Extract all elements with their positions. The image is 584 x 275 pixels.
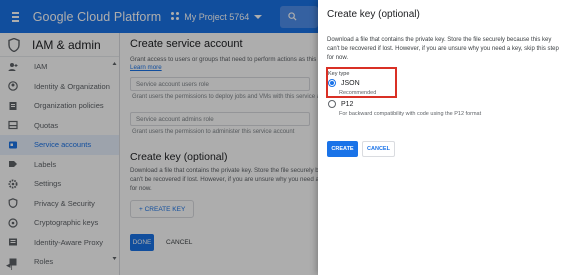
p12-radio-option[interactable]: P12 <box>328 100 353 108</box>
sidebar-item-roles[interactable]: Roles <box>0 252 119 272</box>
done-button[interactable]: DONE <box>130 234 154 251</box>
search-icon <box>288 12 297 21</box>
create-key-desc-line1: Download a file that contains the privat… <box>130 167 329 174</box>
panel-desc-line3: for now. <box>327 55 349 61</box>
create-key-desc-line2: can't be recovered if lost. However, if … <box>130 176 337 183</box>
sidebar-item-label: Identity & Organization <box>34 81 110 91</box>
p12-label: P12 <box>341 100 354 108</box>
create-key-desc-line3: for now. <box>130 185 152 192</box>
key-icon <box>8 218 18 228</box>
service-account-admins-role-input[interactable]: Service account admins role <box>130 112 310 126</box>
service-accounts-icon <box>8 140 18 150</box>
sidebar-header: IAM & admin <box>0 33 119 57</box>
sidebar-item-label: Quotas <box>34 120 59 130</box>
sidebar-item-cryptographic-keys[interactable]: Cryptographic keys <box>0 213 119 233</box>
create-key-panel: Create key (optional) Download a file th… <box>318 0 584 275</box>
users-role-hint: Grant users the permissions to deploy jo… <box>132 94 338 100</box>
sidebar-item-label: Settings <box>34 179 62 189</box>
menu-icon[interactable] <box>12 11 19 22</box>
create-key-button[interactable]: + CREATE KEY <box>130 200 195 218</box>
panel-title: Create key (optional) <box>327 9 420 20</box>
sidebar-item-label: Service accounts <box>34 140 92 150</box>
sidebar-item-label: Identity-Aware Proxy <box>34 237 104 247</box>
sidebar-item-service-accounts[interactable]: Service accounts <box>0 135 119 155</box>
sidebar-item-privacy-security[interactable]: Privacy & Security <box>0 194 119 214</box>
p12-description: For backward compatibility with code usi… <box>339 111 482 117</box>
chevron-down-icon <box>254 14 263 19</box>
create-key-heading: Create key (optional) <box>130 151 228 163</box>
sidebar: IAM & admin IAM Identity & Organization Or… <box>0 33 120 275</box>
shield-icon <box>8 198 18 209</box>
project-selector[interactable]: My Project 5764 <box>171 11 263 22</box>
sidebar-title: IAM & admin <box>32 37 101 52</box>
service-account-users-role-input[interactable]: Service account users role <box>130 77 310 91</box>
sidebar-item-identity-aware-proxy[interactable]: Identity-Aware Proxy <box>0 233 119 253</box>
person-add-icon <box>8 62 18 72</box>
settings-icon <box>8 179 18 189</box>
sidebar-item-label: IAM <box>34 62 48 72</box>
sidebar-item-label: Organization policies <box>34 101 104 111</box>
intro-text: Grant access to users or groups that nee… <box>130 56 332 63</box>
policy-doc-icon <box>8 101 18 111</box>
sidebar-item-quotas[interactable]: Quotas <box>0 116 119 136</box>
p12-radio-icon[interactable] <box>328 100 336 108</box>
collapse-sidebar-icon[interactable]: ◂| <box>6 260 13 271</box>
sidebar-item-label: Privacy & Security <box>34 198 95 208</box>
page-title: Create service account <box>130 38 243 50</box>
key-type-highlight-box <box>326 67 397 98</box>
sidebar-item-iam[interactable]: IAM <box>0 57 119 77</box>
top-app-bar: Google Cloud Platform My Project 5764 <box>0 0 318 33</box>
sidebar-scrollbar[interactable] <box>112 61 117 261</box>
sidebar-item-organization-policies[interactable]: Organization policies <box>0 96 119 116</box>
gcp-console-page: Google Cloud Platform My Project 5764 IA… <box>0 0 584 275</box>
project-dots-icon <box>171 12 180 21</box>
label-icon <box>8 159 18 169</box>
admins-role-hint: Grant users the permission to administer… <box>132 129 295 135</box>
search-bar[interactable] <box>280 5 318 28</box>
main-content: Create service account Grant access to u… <box>120 33 338 275</box>
brand-title[interactable]: Google Cloud Platform <box>33 10 162 24</box>
panel-create-button[interactable]: CREATE <box>327 141 358 157</box>
panel-cancel-button[interactable]: CANCEL <box>362 141 395 157</box>
panel-desc-line1: Download a file that contains the privat… <box>327 37 552 43</box>
panel-desc-line2: can't be recovered if lost. However, if … <box>327 46 559 52</box>
project-name: My Project 5764 <box>184 11 250 22</box>
learn-more-link[interactable]: Learn more <box>130 64 162 72</box>
sidebar-item-identity-organization[interactable]: Identity & Organization <box>0 77 119 97</box>
sidebar-item-label: Roles <box>34 257 54 267</box>
panel-description: Download a file that contains the privat… <box>327 36 559 63</box>
scrollbar-arrows-icon <box>112 62 117 260</box>
proxy-icon <box>8 237 18 247</box>
sidebar-item-labels[interactable]: Labels <box>0 155 119 175</box>
sidebar-item-settings[interactable]: Settings <box>0 174 119 194</box>
cancel-button[interactable]: CANCEL <box>166 239 192 246</box>
sidebar-item-label: Cryptographic keys <box>34 218 99 228</box>
account-circle-icon <box>8 81 18 92</box>
sidebar-item-label: Labels <box>34 159 57 169</box>
shield-icon <box>8 37 20 52</box>
quotas-icon <box>8 120 18 130</box>
